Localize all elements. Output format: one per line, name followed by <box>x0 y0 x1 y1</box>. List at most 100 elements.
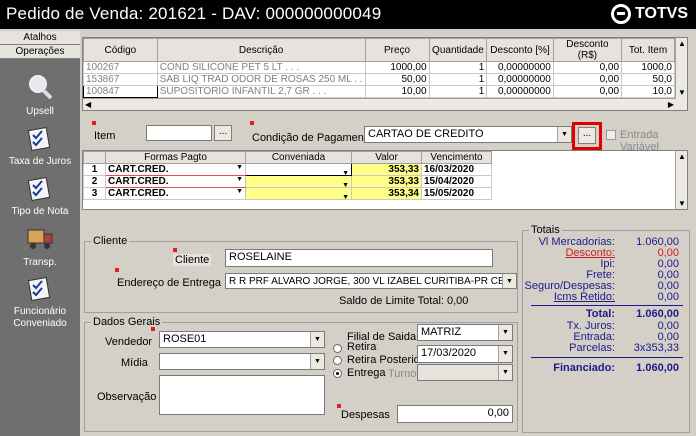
chevron-down-icon[interactable]: ▼ <box>498 365 512 380</box>
midia-select[interactable]: ▼ <box>159 353 325 370</box>
forma-pagto-select[interactable]: CART.CRED. ▼ <box>105 175 246 188</box>
filial-select[interactable]: MATRIZ ▼ <box>417 324 513 341</box>
forma-pagto-select[interactable]: CART.CRED. ▼ <box>105 163 246 176</box>
cell: 0,00 <box>552 61 623 74</box>
retira-posterior-date-value: 17/03/2020 <box>421 347 477 359</box>
col-header[interactable]: Conveniada <box>245 151 352 164</box>
cell: 0,00000000 <box>486 61 554 74</box>
tab-operacoes[interactable]: Operações <box>0 45 80 59</box>
retira-posterior-radio[interactable] <box>333 356 342 365</box>
col-header[interactable]: Tot. Item <box>621 38 675 62</box>
endereco-select[interactable]: R R PRF ALVARO JORGE, 300 VL IZABEL CURI… <box>225 273 517 289</box>
table-row[interactable]: 153867 SAB LIQ TRAD ODOR DE ROSAS 250 ML… <box>83 73 675 86</box>
chevron-down-icon[interactable]: ▼ <box>498 325 512 340</box>
col-header[interactable]: Código <box>83 38 158 62</box>
item-lookup-button[interactable]: ... <box>214 125 232 141</box>
scroll-right-icon[interactable]: ▶ <box>668 100 674 109</box>
col-header[interactable]: Valor <box>351 151 422 164</box>
chevron-down-icon[interactable]: ▼ <box>236 165 243 172</box>
col-header[interactable]: Vencimento <box>421 151 492 164</box>
chevron-down-icon[interactable]: ▼ <box>236 177 243 184</box>
vendedor-select[interactable]: ROSE01 ▼ <box>159 331 325 348</box>
retira-posterior-date[interactable]: 17/03/2020 ▼ <box>417 345 513 363</box>
cell: 1000,00 <box>364 61 430 74</box>
col-header[interactable]: Desconto (R$) <box>552 38 623 62</box>
chevron-down-icon[interactable]: ▼ <box>342 194 349 199</box>
vencimento-cell[interactable]: 15/05/2020 <box>421 187 492 200</box>
scroll-down-icon[interactable]: ▼ <box>678 199 686 208</box>
tab-atalhos[interactable]: Atalhos <box>0 31 80 45</box>
despesas-input[interactable]: 0,00 <box>397 405 513 423</box>
cell: 153867 <box>83 73 158 86</box>
scroll-up-icon[interactable]: ▲ <box>678 152 686 161</box>
divider <box>531 305 683 306</box>
items-hscroll[interactable]: ◀ ▶ <box>83 98 676 110</box>
sidebar-item-tipo-nota[interactable]: Tipo de Nota <box>0 173 80 217</box>
conveniada-select[interactable]: ▼ <box>245 187 352 200</box>
col-header[interactable]: Desconto [%] <box>486 38 554 62</box>
valor-cell[interactable]: 353,33 <box>351 163 422 176</box>
vencimento-cell[interactable]: 15/04/2020 <box>421 175 492 188</box>
totvs-logo: TOTVS <box>610 4 688 24</box>
turno-select[interactable]: ▼ <box>417 364 513 381</box>
cell: 0,00 <box>552 85 623 98</box>
vencimento-cell[interactable]: 16/03/2020 <box>421 163 492 176</box>
chevron-down-icon[interactable]: ▼ <box>310 354 324 369</box>
valor-cell[interactable]: 353,33 <box>351 175 422 188</box>
chevron-down-icon[interactable]: ▼ <box>236 189 243 196</box>
table-row[interactable]: 1 CART.CRED. ▼ ▼ 353,33 16/03/2020 <box>83 163 492 176</box>
cell: 0,00000000 <box>486 85 554 98</box>
sidebar-item-taxa-juros[interactable]: Taxa de Juros <box>0 123 80 167</box>
item-label: Item <box>94 130 116 142</box>
col-header[interactable]: Descrição <box>156 38 366 62</box>
cell: 10,0 <box>621 85 675 98</box>
cell: 1 <box>428 73 488 86</box>
cond-pag-lookup-button[interactable]: ... <box>578 127 596 144</box>
payments-grid[interactable]: Formas Pagto Conveniada Valor Vencimento… <box>82 150 688 210</box>
table-row[interactable]: 100847 SUPOSITORIO INFANTIL 2,7 GR . . .… <box>83 85 675 98</box>
chevron-down-icon[interactable]: ▼ <box>502 274 516 288</box>
entrada-variavel-checkbox[interactable] <box>606 130 616 140</box>
observacao-textarea[interactable] <box>159 375 325 415</box>
vendedor-label: Vendedor <box>105 336 153 348</box>
payments-vscroll[interactable]: ▲ ▼ <box>675 151 687 209</box>
conveniada-select[interactable]: ▼ <box>245 163 352 176</box>
col-header[interactable]: Preço <box>364 38 430 62</box>
valor-cell[interactable]: 353,34 <box>351 187 422 200</box>
group-title: Totais <box>529 224 562 236</box>
col-header[interactable]: Quantidade <box>428 38 488 62</box>
sidebar-item-upsell[interactable]: Upsell <box>0 73 80 117</box>
items-grid[interactable]: Código Descrição Preço Quantidade Descon… <box>82 37 688 111</box>
required-mark <box>92 121 96 125</box>
midia-label: Mídia <box>121 357 148 369</box>
chevron-down-icon[interactable]: ▼ <box>310 332 324 347</box>
retira-radio[interactable] <box>333 344 342 353</box>
cell: 1000,0 <box>621 61 675 74</box>
scroll-left-icon[interactable]: ◀ <box>85 100 91 109</box>
required-mark <box>115 268 119 272</box>
table-row[interactable]: 3 CART.CRED. ▼ ▼ 353,34 15/05/2020 <box>83 187 492 200</box>
forma-pagto-select[interactable]: CART.CRED. ▼ <box>105 187 246 200</box>
forma-pagto-value: CART.CRED. <box>108 188 169 199</box>
cond-pag-select[interactable]: CARTAO DE CREDITO ▼ <box>364 126 572 143</box>
chevron-down-icon[interactable]: ▼ <box>498 346 512 362</box>
items-vscroll[interactable]: ▲ ▼ <box>675 38 687 110</box>
cliente-input[interactable]: ROSELAINE <box>225 249 493 267</box>
conveniada-select[interactable]: ▼ <box>245 175 352 188</box>
cell: 1 <box>428 85 488 98</box>
table-row[interactable]: 2 CART.CRED. ▼ ▼ 353,33 15/04/2020 <box>83 175 492 188</box>
scroll-down-icon[interactable]: ▼ <box>678 88 686 97</box>
cell: 0,00 <box>552 73 623 86</box>
forma-pagto-value: CART.CRED. <box>108 176 169 187</box>
table-row[interactable]: 100267 COND SILICONE PET 5 LT . . . 1000… <box>83 61 675 74</box>
entrega-radio[interactable] <box>333 369 342 378</box>
item-input[interactable] <box>146 125 212 141</box>
sidebar-item-transp[interactable]: Transp. <box>0 224 80 268</box>
scroll-up-icon[interactable]: ▲ <box>678 39 686 48</box>
cell: SAB LIQ TRAD ODOR DE ROSAS 250 ML . . <box>156 73 366 86</box>
chevron-down-icon[interactable]: ▼ <box>557 127 571 142</box>
turno-label: Turno <box>388 368 417 380</box>
sidebar-item-funcionario[interactable]: Funcionário Conveniado <box>0 273 80 330</box>
col-header[interactable]: Formas Pagto <box>105 151 246 164</box>
cell: 100267 <box>83 61 158 74</box>
